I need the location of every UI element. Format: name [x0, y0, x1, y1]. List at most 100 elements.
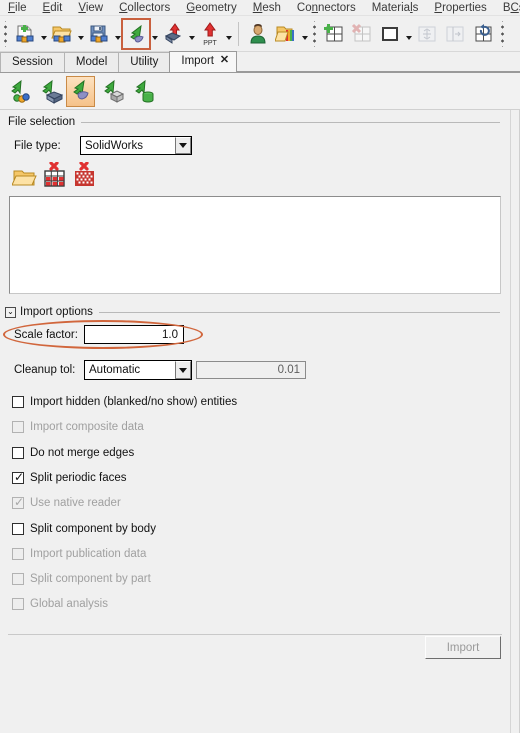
checkbox-box[interactable]: [12, 396, 24, 408]
menu-item-properties[interactable]: Properties: [426, 0, 494, 16]
load-collectors-icon[interactable]: [272, 19, 300, 49]
scale-factor-input[interactable]: 1.0: [84, 325, 184, 344]
file-list-box[interactable]: [9, 196, 501, 294]
menu-item-geometry[interactable]: Geometry: [178, 0, 245, 16]
menu-item-collectors[interactable]: Collectors: [111, 0, 178, 16]
file-type-dropdown[interactable]: SolidWorks: [80, 136, 192, 155]
checkbox-import-hidden-entities[interactable]: Import hidden (blanked/no show) entities: [12, 395, 237, 409]
tab-session-label: Session: [12, 56, 53, 68]
user-profile-icon[interactable]: [244, 19, 272, 49]
import-dropdown-arrow[interactable]: [150, 19, 159, 49]
new-model-icon[interactable]: [11, 19, 39, 49]
group-rule: [81, 121, 500, 123]
file-type-value: SolidWorks: [85, 139, 143, 152]
checkbox-import-composite-data: Import composite data: [12, 420, 144, 434]
checkbox-do-not-merge-edges[interactable]: Do not merge edges: [12, 446, 134, 460]
tab-utility[interactable]: Utility: [118, 52, 171, 72]
chevron-down-icon-2[interactable]: [175, 361, 191, 379]
checkbox-box: [12, 598, 24, 610]
save-model-dropdown-arrow[interactable]: [113, 19, 122, 49]
checkbox-box[interactable]: [12, 447, 24, 459]
checkbox-box[interactable]: ✓: [12, 470, 25, 484]
collapse-toggle-icon[interactable]: ⌄: [5, 306, 16, 318]
menu-item-connectors[interactable]: Connectors: [289, 0, 364, 16]
fit-window-icon[interactable]: [413, 19, 441, 49]
cleanup-tol-label: Cleanup tol:: [14, 364, 76, 376]
svg-text:PPT: PPT: [203, 40, 217, 47]
window-layout-dropdown-arrow[interactable]: [404, 19, 413, 49]
open-model-icon[interactable]: [48, 19, 76, 49]
cleanup-tol-value-field: 0.01: [196, 361, 306, 379]
checkbox-split-component-by-body[interactable]: Split component by body: [12, 522, 156, 536]
checkbox-box[interactable]: [12, 523, 24, 535]
remove-all-files-icon[interactable]: [72, 162, 98, 190]
menu-item-mesh[interactable]: Mesh: [245, 0, 289, 16]
file-type-label: File type:: [14, 140, 61, 152]
file-selection-group-title: File selection: [8, 116, 76, 128]
checkbox-label: Split periodic faces: [30, 472, 127, 484]
save-model-icon[interactable]: [85, 19, 113, 49]
tab-utility-label: Utility: [130, 56, 159, 68]
checkbox-label: Split component by body: [30, 523, 156, 535]
checkbox-split-component-by-part: Split component by part: [12, 572, 151, 586]
checkbox-global-analysis: Global analysis: [12, 597, 108, 611]
check-icon: ✓: [14, 470, 25, 484]
open-file-browser-icon[interactable]: [12, 166, 38, 190]
panel-right-edge: [510, 110, 519, 733]
close-icon[interactable]: ✕: [219, 55, 230, 66]
load-collectors-dropdown-arrow[interactable]: [300, 19, 309, 49]
menu-item-file[interactable]: File: [0, 0, 35, 16]
menu-item-edit[interactable]: Edit: [35, 0, 71, 16]
footer-divider: [8, 634, 502, 635]
panel-tabs: Session Model Utility Import ✕: [0, 51, 520, 73]
check-icon: ✓: [14, 495, 25, 509]
group-rule-2: [98, 311, 500, 313]
import-panel-window: File Edit View Collectors Geometry Mesh …: [0, 0, 520, 733]
split-window-icon[interactable]: [441, 19, 469, 49]
tab-import[interactable]: Import ✕: [169, 51, 237, 72]
checkbox-label: Global analysis: [30, 598, 108, 610]
menu-item-bcs[interactable]: BCs: [495, 0, 520, 16]
import-options-group-header: ⌄ Import options: [5, 306, 500, 318]
toolbar-grip-2[interactable]: [311, 20, 318, 47]
import-button[interactable]: Import: [425, 636, 501, 659]
export-icon[interactable]: [159, 19, 187, 49]
delete-page-icon[interactable]: [348, 19, 376, 49]
tabstrip-filler: [235, 52, 520, 72]
sync-views-icon[interactable]: [469, 19, 497, 49]
toolbar-grip-3[interactable]: [499, 20, 506, 47]
file-selection-group-header: File selection: [8, 116, 500, 128]
checkbox-use-native-reader: ✓ Use native reader: [12, 496, 121, 510]
checkbox-label: Import hidden (blanked/no show) entities: [30, 396, 238, 408]
menu-item-view[interactable]: View: [70, 0, 111, 16]
tab-model[interactable]: Model: [63, 52, 120, 72]
open-model-dropdown-arrow[interactable]: [76, 19, 85, 49]
single-window-icon[interactable]: [376, 19, 404, 49]
chevron-down-icon[interactable]: [175, 137, 191, 154]
tab-session[interactable]: Session: [0, 52, 65, 72]
cleanup-tol-dropdown[interactable]: Automatic: [84, 360, 192, 380]
import-tcl-icon[interactable]: [128, 76, 157, 107]
menu-item-materials[interactable]: Materials: [364, 0, 427, 16]
checkbox-label: Import publication data: [30, 548, 147, 560]
new-model-dropdown-arrow[interactable]: [39, 19, 48, 49]
checkbox-label: Do not merge edges: [30, 447, 135, 459]
import-geometry-icon[interactable]: [66, 75, 95, 107]
toolbar-grip[interactable]: [2, 20, 9, 47]
export-ppt-dropdown-arrow[interactable]: [224, 19, 233, 49]
checkbox-split-periodic-faces[interactable]: ✓ Split periodic faces: [12, 471, 127, 485]
add-page-icon[interactable]: [320, 19, 348, 49]
tab-model-label: Model: [75, 56, 108, 68]
import-icon[interactable]: [121, 17, 151, 50]
checkbox-label: Import composite data: [30, 421, 144, 433]
checkbox-box: [12, 421, 24, 433]
import-options-group-title: Import options: [20, 306, 93, 318]
import-connectors-icon[interactable]: [97, 76, 126, 107]
main-toolbar: PPT: [0, 16, 520, 52]
import-solver-deck-icon[interactable]: [4, 76, 33, 107]
scale-factor-label: Scale factor:: [14, 329, 78, 341]
clear-file-table-icon[interactable]: [42, 162, 68, 190]
export-dropdown-arrow[interactable]: [187, 19, 196, 49]
import-mesh-icon[interactable]: [35, 76, 64, 107]
export-ppt-icon[interactable]: PPT: [196, 19, 224, 49]
